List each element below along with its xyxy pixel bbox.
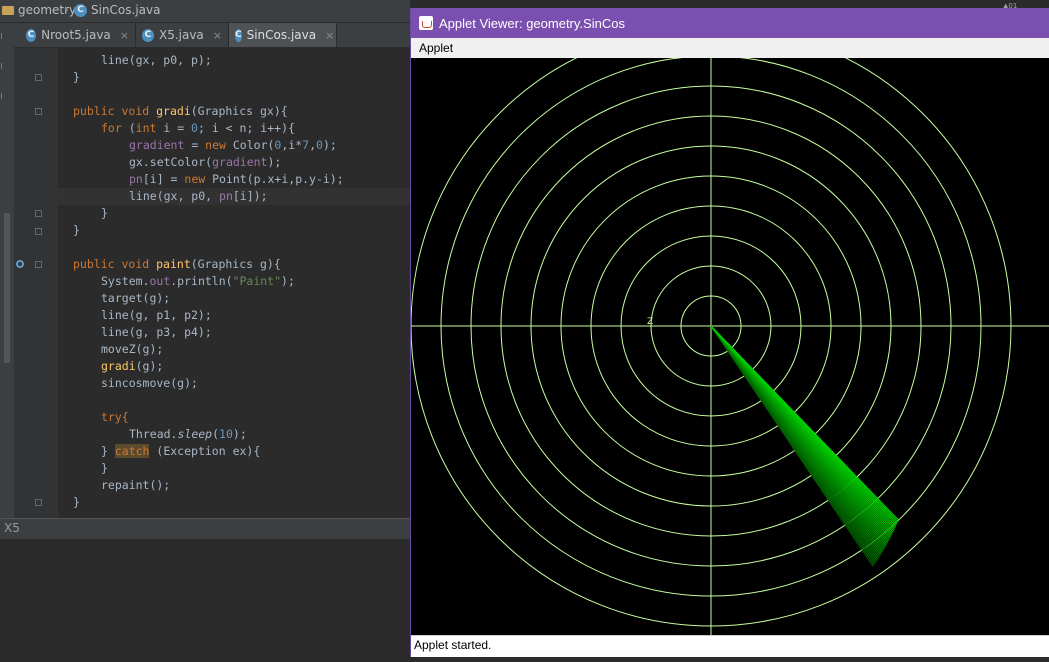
code-line: } bbox=[73, 495, 80, 509]
breadcrumb: geometry › C SinCos.java bbox=[0, 0, 410, 23]
code-line: } bbox=[101, 461, 108, 475]
editor-gutter bbox=[14, 48, 58, 518]
radar-drawing: Z bbox=[410, 25, 1049, 635]
code-line: try{ bbox=[101, 410, 129, 424]
code-line: line(gx, p0, p); bbox=[101, 53, 212, 67]
java-cup-icon bbox=[419, 16, 433, 30]
code-line: } bbox=[73, 70, 80, 84]
code-line: line(gx, p0, pn[i]); bbox=[129, 189, 268, 203]
scroll-indicator[interactable] bbox=[4, 213, 10, 363]
tab-x5[interactable]: C X5.java × bbox=[136, 23, 229, 47]
breadcrumb-file[interactable]: C SinCos.java bbox=[74, 3, 161, 17]
fold-icon[interactable] bbox=[35, 499, 42, 506]
java-class-icon: C bbox=[142, 28, 154, 42]
status-bar: Applet started. bbox=[411, 635, 1049, 657]
java-class-icon: C bbox=[26, 28, 37, 42]
left-tool-strip bbox=[0, 23, 14, 518]
z-marker: Z bbox=[647, 317, 653, 327]
code-line: target(g); bbox=[101, 291, 171, 305]
code-line: public void gradi(Graphics gx){ bbox=[73, 104, 288, 118]
code-line: repaint(); bbox=[101, 478, 171, 492]
code-line: pn[i] = new Point(p.x+i,p.y-i); bbox=[129, 172, 344, 186]
code-line: for (int i = 0; i < n; i++){ bbox=[101, 121, 295, 135]
bottom-tool-panel bbox=[0, 539, 410, 662]
override-icon[interactable] bbox=[16, 260, 24, 268]
tool-window-icon[interactable] bbox=[1, 93, 12, 99]
applet-viewer-window: Applet Viewer: geometry.SinCos Applet Z … bbox=[410, 8, 1049, 657]
code-line: gradi(g); bbox=[101, 359, 164, 373]
fold-icon[interactable] bbox=[35, 108, 42, 115]
window-title: Applet Viewer: geometry.SinCos bbox=[439, 15, 625, 31]
beam-line bbox=[710, 325, 899, 521]
breadcrumb-file-label: SinCos.java bbox=[91, 3, 161, 17]
status-text: Applet started. bbox=[414, 638, 492, 652]
folder-icon bbox=[2, 5, 14, 15]
code-line: Thread.sleep(10); bbox=[129, 427, 247, 441]
breadcrumb-separator: › bbox=[64, 3, 69, 17]
tool-window-icon[interactable] bbox=[1, 63, 12, 69]
tab-sincos[interactable]: C SinCos.java × bbox=[229, 23, 337, 47]
applet-canvas[interactable]: Z bbox=[410, 25, 1049, 635]
fold-icon[interactable] bbox=[35, 228, 42, 235]
java-class-icon: C bbox=[235, 28, 242, 42]
menu-applet[interactable]: Applet bbox=[419, 41, 453, 55]
close-icon[interactable]: × bbox=[213, 29, 222, 42]
code-editor[interactable]: line(gx, p0, p); } public void gradi(Gra… bbox=[58, 48, 410, 518]
close-icon[interactable]: × bbox=[120, 29, 129, 42]
java-class-icon: C bbox=[74, 3, 87, 17]
tab-label: SinCos.java bbox=[246, 28, 317, 42]
code-line: System.out.println("Paint"); bbox=[101, 274, 295, 288]
code-line: gx.setColor(gradient); bbox=[129, 155, 282, 169]
close-icon[interactable]: × bbox=[325, 29, 334, 42]
bottom-tool-bar: X5 bbox=[0, 518, 410, 539]
code-line: gradient = new Color(0,i*7,0); bbox=[129, 138, 337, 152]
code-line: line(g, p1, p2); bbox=[101, 308, 212, 322]
code-line: } bbox=[101, 206, 108, 220]
fold-icon[interactable] bbox=[35, 210, 42, 217]
code-line: public void paint(Graphics g){ bbox=[73, 257, 281, 271]
code-line: } catch (Exception ex){ bbox=[101, 444, 261, 458]
code-line: line(g, p3, p4); bbox=[101, 325, 212, 339]
tab-label: X5.java bbox=[158, 28, 204, 42]
editor-tabs: C Nroot5.java × C X5.java × C SinCos.jav… bbox=[14, 23, 410, 47]
menu-bar: Applet bbox=[411, 38, 1049, 58]
code-line: } bbox=[73, 223, 80, 237]
run-tab-x5[interactable]: X5 bbox=[4, 521, 20, 535]
code-line: sincosmove(g); bbox=[101, 376, 198, 390]
tab-label: Nroot5.java bbox=[41, 28, 111, 42]
fold-icon[interactable] bbox=[35, 74, 42, 81]
tool-window-icon[interactable] bbox=[1, 33, 12, 39]
fold-icon[interactable] bbox=[35, 261, 42, 268]
window-title-bar[interactable]: Applet Viewer: geometry.SinCos bbox=[411, 8, 1049, 38]
code-line: moveZ(g); bbox=[101, 342, 164, 356]
ide-editor-pane: geometry › C SinCos.java C Nroot5.java ×… bbox=[0, 0, 410, 662]
tab-nroot5[interactable]: C Nroot5.java × bbox=[20, 23, 136, 47]
